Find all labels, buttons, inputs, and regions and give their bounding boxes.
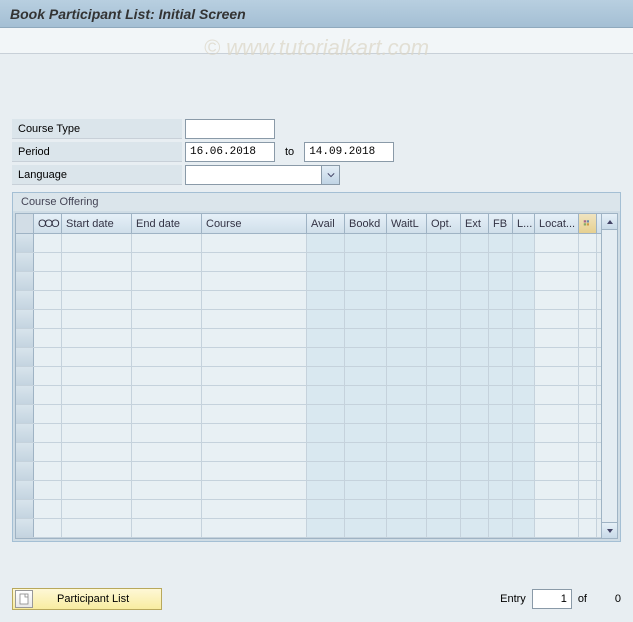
column-bookd[interactable]: Bookd [345,214,387,233]
table-row[interactable] [16,310,601,329]
entry-label: Entry [500,593,526,605]
row-language: Language [12,164,621,186]
participant-list-button[interactable]: Participant List [12,588,162,610]
dropdown-language[interactable] [185,165,340,185]
window-title: Book Participant List: Initial Screen [10,6,246,22]
table-row[interactable] [16,500,601,519]
column-configure-button[interactable] [579,214,597,233]
column-ext[interactable]: Ext [461,214,489,233]
table-row[interactable] [16,272,601,291]
traffic-light-icon: OOO [38,218,58,230]
column-fb[interactable]: FB [489,214,513,233]
entry-navigation: Entry of 0 [500,589,621,609]
of-label: of [578,593,587,605]
label-period-to: to [285,146,294,158]
column-start-date[interactable]: Start date [62,214,132,233]
table-row[interactable] [16,253,601,272]
input-period-from[interactable] [185,142,275,162]
table-header-row: OOO Start date End date Course Avail Boo… [16,214,601,234]
input-course-type[interactable] [185,119,275,139]
table-row[interactable] [16,234,601,253]
toolbar-area [0,28,633,54]
column-l[interactable]: L... [513,214,535,233]
label-course-type: Course Type [12,119,182,139]
groupbox-title: Course Offering [13,193,620,211]
entry-input[interactable] [532,589,572,609]
participant-list-label: Participant List [37,593,159,605]
table-row[interactable] [16,424,601,443]
column-status[interactable]: OOO [34,214,62,233]
content-area: Course Type Period to Language Course Of… [0,54,633,552]
table-body [16,234,601,538]
scroll-track[interactable] [602,230,617,522]
column-course[interactable]: Course [202,214,307,233]
input-period-to[interactable] [304,142,394,162]
table-row[interactable] [16,462,601,481]
column-selector[interactable] [16,214,34,233]
table-row[interactable] [16,519,601,538]
column-waitl[interactable]: WaitL [387,214,427,233]
table-course-offering: OOO Start date End date Course Avail Boo… [15,213,602,539]
table-row[interactable] [16,386,601,405]
scroll-up-button[interactable] [602,214,617,230]
column-end-date[interactable]: End date [132,214,202,233]
column-location[interactable]: Locat... [535,214,579,233]
chevron-down-icon [321,166,339,184]
label-language: Language [12,165,182,185]
table-row[interactable] [16,443,601,462]
table-row[interactable] [16,481,601,500]
row-course-type: Course Type [12,118,621,140]
groupbox-course-offering: Course Offering OOO Start date End date … [12,192,621,542]
scroll-down-button[interactable] [602,522,617,538]
row-period: Period to [12,141,621,163]
entry-total: 0 [593,593,621,605]
column-opt[interactable]: Opt. [427,214,461,233]
table-row[interactable] [16,329,601,348]
table-row[interactable] [16,405,601,424]
table-settings-icon [583,216,592,231]
table-wrapper: OOO Start date End date Course Avail Boo… [13,211,620,541]
vertical-scrollbar[interactable] [602,213,618,539]
table-row[interactable] [16,291,601,310]
label-period: Period [12,142,182,162]
footer: Participant List Entry of 0 [12,588,621,610]
table-row[interactable] [16,367,601,386]
window-titlebar: Book Participant List: Initial Screen [0,0,633,28]
table-row[interactable] [16,348,601,367]
document-icon [15,590,33,608]
column-avail[interactable]: Avail [307,214,345,233]
